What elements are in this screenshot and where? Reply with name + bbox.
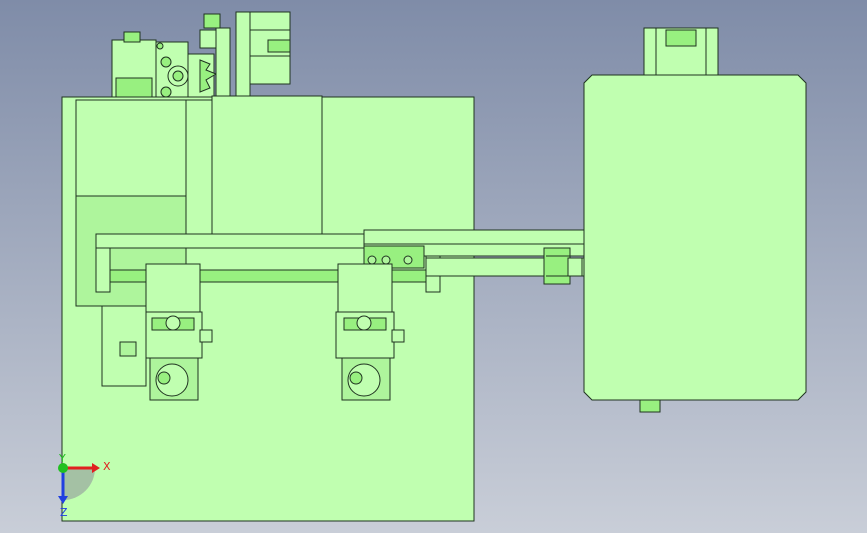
y-axis-label: Y <box>58 452 66 465</box>
top-guide-block[interactable] <box>235 11 291 97</box>
cad-viewport[interactable]: X Y Z <box>0 0 867 533</box>
middle-column[interactable] <box>185 95 323 241</box>
x-axis-label: X <box>103 460 111 473</box>
z-axis-label: Z <box>60 506 68 519</box>
cad-model-drawing[interactable]: X Y Z <box>0 0 867 533</box>
top-motor[interactable] <box>111 31 189 99</box>
right-housing[interactable] <box>583 27 807 413</box>
